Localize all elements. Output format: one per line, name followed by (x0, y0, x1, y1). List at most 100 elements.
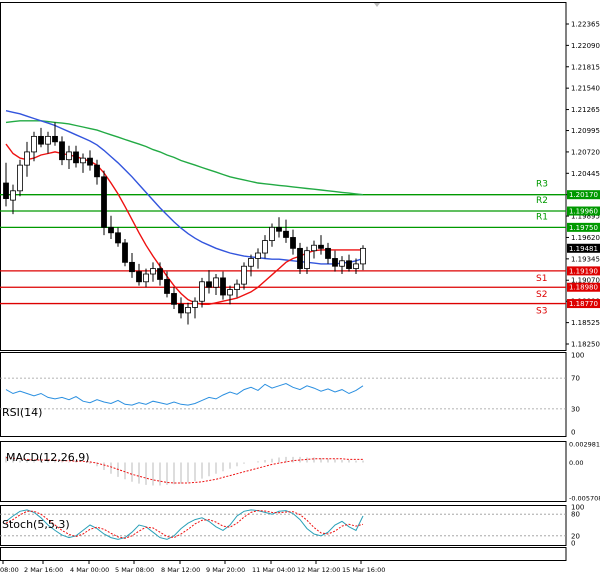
candle-bear (94, 164, 100, 178)
panel-frame-bottom (0, 547, 567, 561)
stoch-tick-label: 80 (571, 511, 580, 519)
candle-bear (346, 260, 352, 269)
candle-bear (157, 268, 163, 280)
candle-bear (206, 281, 212, 288)
candle-bull (339, 260, 345, 267)
candle-bear (276, 226, 282, 232)
level-value-label: 1.19960 (569, 208, 598, 216)
price-tick-label: 1.19345 (571, 255, 600, 263)
level-value-label: 1.18980 (569, 284, 598, 292)
candle-bull (10, 190, 16, 201)
candle-bull (150, 268, 156, 275)
level-value-label: 1.18770 (569, 300, 598, 308)
candle-bear (129, 261, 135, 273)
candle-bull (213, 277, 219, 288)
price-tick-label: 1.21540 (571, 85, 600, 93)
candle-bull (262, 240, 268, 254)
candle-bull (269, 226, 275, 241)
candle-bear (318, 244, 324, 249)
price-tick-label: 1.22365 (571, 21, 600, 29)
price-tick-label: 1.20445 (571, 170, 600, 178)
candle-bear (332, 258, 338, 267)
chart-svg[interactable]: 1.22365 1.22090 1.21815 1.21540 1.21265 1.209… (0, 0, 600, 581)
macd-tick-label: 0.00 (569, 459, 583, 467)
rsi-tick-label: 100 (571, 352, 584, 360)
candle-bear (59, 141, 65, 161)
panel-frame-rsi (0, 352, 567, 437)
price-tick-label: 1.21265 (571, 106, 600, 114)
rsi-tick-label: 70 (571, 375, 580, 383)
price-tick-label: 1.20995 (571, 127, 600, 135)
level-name-s2: S2 (536, 290, 547, 300)
time-tick-label: 5 Mar 08:00 (115, 566, 154, 574)
stoch-label: Stoch(5,5,3) (2, 518, 70, 531)
candle-bear (283, 230, 289, 238)
candle-bear (38, 135, 44, 145)
candle-bear (290, 237, 296, 249)
trading-chart[interactable]: 1.22365 1.22090 1.21815 1.21540 1.21265 1.209… (0, 0, 600, 581)
time-tick-label: 2 Mar 16:00 (24, 566, 63, 574)
price-tick-label: 1.21815 (571, 63, 600, 71)
candle-bear (136, 271, 142, 283)
candle-bear (3, 182, 9, 199)
candle-bull (241, 265, 247, 285)
level-name-r1: R1 (536, 212, 548, 222)
time-tick-label: 11 Mar 04:00 (252, 566, 295, 574)
rsi-tick-label: 0 (571, 429, 575, 437)
candle-bull (227, 289, 233, 296)
candle-bull (304, 250, 310, 269)
candle-bear (87, 157, 93, 166)
price-tick-label: 1.22090 (571, 42, 600, 50)
time-tick-label: 8 Mar 12:00 (161, 566, 200, 574)
level-value-label: 1.20170 (569, 191, 598, 199)
level-name-r3: R3 (536, 180, 548, 190)
candle-bull (255, 252, 261, 259)
level-name-s1: S1 (536, 274, 547, 284)
panel-frame-stoch (0, 505, 567, 546)
time-tick-label: 4 Mar 00:00 (70, 566, 109, 574)
candle-bull (17, 164, 23, 192)
price-tick-label: 1.18250 (571, 341, 600, 349)
candle-bear (178, 303, 184, 314)
level-name-s3: S3 (536, 307, 547, 317)
candle-bear (297, 247, 303, 269)
macd-tick-label: 0.002981 (569, 441, 600, 449)
candle-bear (115, 232, 121, 244)
candle-bull (360, 247, 366, 265)
candle-bull (248, 258, 254, 267)
candle-bear (52, 135, 58, 143)
candle-bear (325, 247, 331, 259)
time-tick-label: 12 Mar 12:00 (297, 566, 340, 574)
candle-bear (108, 226, 114, 234)
level-value-label: 1.19750 (569, 224, 598, 232)
level-value-label: 1.19190 (569, 267, 598, 275)
candle-bull (80, 157, 86, 164)
candle-bull (192, 300, 198, 308)
time-tick-label: 9 Mar 20:00 (206, 566, 245, 574)
time-tick-label: 08:00 (0, 566, 19, 574)
rsi-label: RSI(14) (2, 406, 42, 419)
candle-bull (199, 281, 205, 302)
candle-bear (73, 151, 79, 164)
price-tick-label: 1.20720 (571, 148, 600, 156)
candle-bull (234, 283, 240, 290)
candle-bull (66, 151, 72, 161)
candle-bull (311, 244, 317, 252)
candle-bear (220, 277, 226, 296)
candle-bull (24, 151, 30, 166)
macd-label: MACD(12,26,9) (6, 451, 90, 464)
candle-bull (31, 135, 37, 153)
candle-bull (143, 273, 149, 283)
current-price-label: 1.19481 (569, 245, 598, 253)
price-tick-label: 1.19620 (571, 234, 600, 242)
rsi-tick-label: 30 (571, 405, 580, 413)
candle-bull (45, 135, 51, 145)
candle-bear (164, 279, 170, 294)
level-name-r2: R2 (536, 196, 548, 206)
macd-tick-label: -0.005708 (569, 495, 600, 503)
candle-bear (122, 242, 128, 263)
candle-bear (101, 176, 107, 228)
candle-bull (353, 263, 359, 269)
candle-bear (171, 293, 177, 305)
panel-frame-main (0, 2, 567, 351)
